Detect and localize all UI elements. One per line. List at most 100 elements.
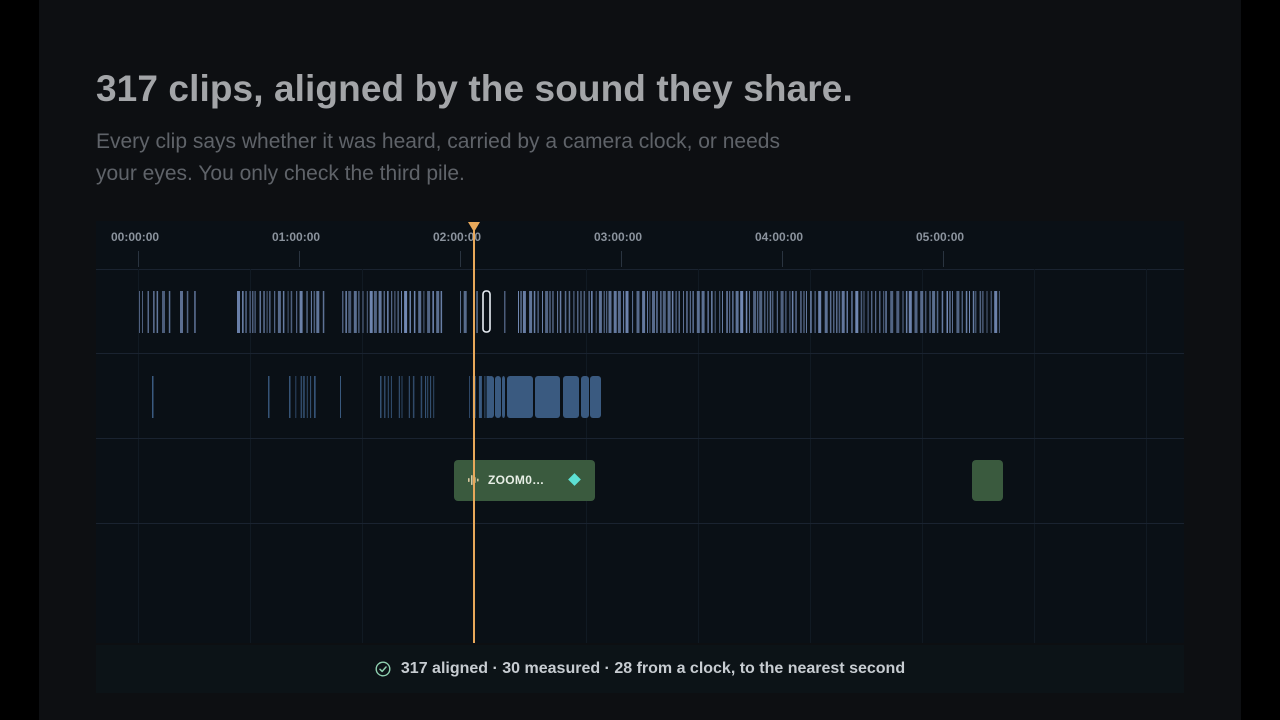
clip-stripe[interactable] bbox=[642, 291, 646, 333]
clip-stripe[interactable] bbox=[824, 291, 828, 333]
clip-stripe[interactable] bbox=[946, 291, 949, 333]
clip-stripe[interactable] bbox=[667, 291, 671, 333]
clip-stripe[interactable] bbox=[425, 376, 427, 418]
clip-stripe[interactable] bbox=[949, 291, 951, 333]
clip-stripe[interactable] bbox=[785, 291, 787, 333]
clip-stripe[interactable] bbox=[533, 291, 536, 333]
clip-stripe[interactable] bbox=[732, 291, 734, 333]
clip-block[interactable] bbox=[502, 376, 505, 418]
keyframe-diamond-icon[interactable] bbox=[568, 473, 581, 486]
clip-stripe[interactable] bbox=[969, 291, 970, 333]
clip-stripe[interactable] bbox=[263, 291, 265, 333]
clip-stripe[interactable] bbox=[780, 291, 784, 333]
clip-stripe[interactable] bbox=[237, 291, 240, 333]
clip-stripe[interactable] bbox=[282, 291, 285, 333]
clip-stripe[interactable] bbox=[836, 291, 838, 333]
clip-stripe[interactable] bbox=[925, 291, 927, 333]
clip-stripe[interactable] bbox=[994, 291, 998, 333]
clip-stripe[interactable] bbox=[418, 291, 422, 333]
clip-stripe[interactable] bbox=[613, 291, 617, 333]
clip-stripe[interactable] bbox=[313, 291, 316, 333]
clip-stripe[interactable] bbox=[863, 291, 865, 333]
clip-stripe[interactable] bbox=[625, 291, 629, 333]
clip-stripe[interactable] bbox=[310, 376, 312, 418]
clip-stripe[interactable] bbox=[800, 291, 802, 333]
clip-stripe[interactable] bbox=[851, 291, 853, 333]
clip-stripe[interactable] bbox=[656, 291, 658, 333]
clip-stripe[interactable] bbox=[408, 376, 410, 418]
clip-stripe[interactable] bbox=[617, 291, 621, 333]
clip-stripe[interactable] bbox=[249, 291, 251, 333]
clip-stripe[interactable] bbox=[902, 291, 904, 333]
clip-stripe[interactable] bbox=[303, 376, 305, 418]
clip-stripe[interactable] bbox=[252, 291, 254, 333]
clip-block[interactable] bbox=[563, 376, 579, 418]
clip-stripe[interactable] bbox=[394, 291, 396, 333]
clip-stripe[interactable] bbox=[772, 291, 774, 333]
clip-stripe[interactable] bbox=[412, 376, 415, 418]
clip-stripe[interactable] bbox=[818, 291, 822, 333]
clip-stripe[interactable] bbox=[829, 291, 832, 333]
clip-stripe[interactable] bbox=[662, 291, 666, 333]
clip-stripe[interactable] bbox=[961, 291, 963, 333]
clip-stripe[interactable] bbox=[769, 291, 772, 333]
clip-stripe[interactable] bbox=[522, 291, 526, 333]
clip-stripe[interactable] bbox=[545, 291, 549, 333]
clip-stripe[interactable] bbox=[310, 291, 312, 333]
clip-stripe[interactable] bbox=[701, 291, 705, 333]
clip-stripe[interactable] bbox=[803, 291, 805, 333]
clip-stripe[interactable] bbox=[719, 291, 721, 333]
clip-stripe[interactable] bbox=[290, 291, 293, 333]
clip-stripe[interactable] bbox=[860, 291, 863, 333]
clip-stripe[interactable] bbox=[652, 291, 655, 333]
clip-stripe[interactable] bbox=[387, 291, 389, 333]
clip-stripe[interactable] bbox=[432, 291, 434, 333]
clip-block[interactable] bbox=[507, 376, 533, 418]
clip-stripe[interactable] bbox=[683, 291, 684, 333]
clip-stripe[interactable] bbox=[156, 291, 159, 333]
clip-stripe[interactable] bbox=[413, 291, 416, 333]
clip-stripe[interactable] bbox=[387, 376, 389, 418]
clip-block[interactable] bbox=[488, 376, 494, 418]
clip-stripe[interactable] bbox=[833, 291, 835, 333]
clip-stripe[interactable] bbox=[401, 376, 403, 418]
clip-stripe[interactable] bbox=[268, 376, 270, 418]
clip-stripe[interactable] bbox=[537, 291, 539, 333]
clip-stripe[interactable] bbox=[972, 291, 975, 333]
clip-stripe[interactable] bbox=[436, 291, 440, 333]
clip-stripe[interactable] bbox=[689, 291, 691, 333]
clip-stripe[interactable] bbox=[186, 291, 189, 333]
clip-stripe[interactable] bbox=[982, 291, 984, 333]
clip-stripe[interactable] bbox=[348, 291, 352, 333]
clip-stripe[interactable] bbox=[791, 291, 794, 333]
clip-stripe[interactable] bbox=[649, 291, 651, 333]
clip-stripe[interactable] bbox=[875, 291, 877, 333]
clip-stripe[interactable] bbox=[905, 291, 908, 333]
clip-stripe[interactable] bbox=[180, 291, 183, 333]
clip-stripe[interactable] bbox=[846, 291, 849, 333]
clip-card-small[interactable] bbox=[972, 460, 1003, 501]
clip-stripe[interactable] bbox=[789, 291, 791, 333]
clip-block[interactable] bbox=[590, 376, 601, 418]
clip-stripe[interactable] bbox=[603, 291, 605, 333]
clip-stripe[interactable] bbox=[287, 291, 289, 333]
lane-clock[interactable] bbox=[96, 354, 1184, 439]
clip-stripe[interactable] bbox=[867, 291, 869, 333]
clip-stripe[interactable] bbox=[378, 291, 382, 333]
clip-stripe[interactable] bbox=[559, 291, 562, 333]
clip-stripe[interactable] bbox=[398, 376, 400, 418]
clip-stripe[interactable] bbox=[757, 291, 759, 333]
clip-block[interactable] bbox=[535, 376, 560, 418]
clip-stripe[interactable] bbox=[147, 291, 150, 333]
clip-stripe[interactable] bbox=[384, 376, 386, 418]
playhead-handle-icon[interactable] bbox=[468, 222, 480, 232]
clip-stripe[interactable] bbox=[380, 376, 382, 418]
clip-stripe[interactable] bbox=[883, 291, 885, 333]
clip-stripe[interactable] bbox=[806, 291, 807, 333]
clip-card-zoom[interactable]: ZOOM0… bbox=[454, 460, 595, 501]
clip-stripe[interactable] bbox=[552, 291, 554, 333]
clip-stripe[interactable] bbox=[588, 291, 590, 333]
clip-stripe[interactable] bbox=[986, 291, 988, 333]
clip-stripe[interactable] bbox=[373, 291, 377, 333]
clip-stripe[interactable] bbox=[504, 291, 506, 333]
